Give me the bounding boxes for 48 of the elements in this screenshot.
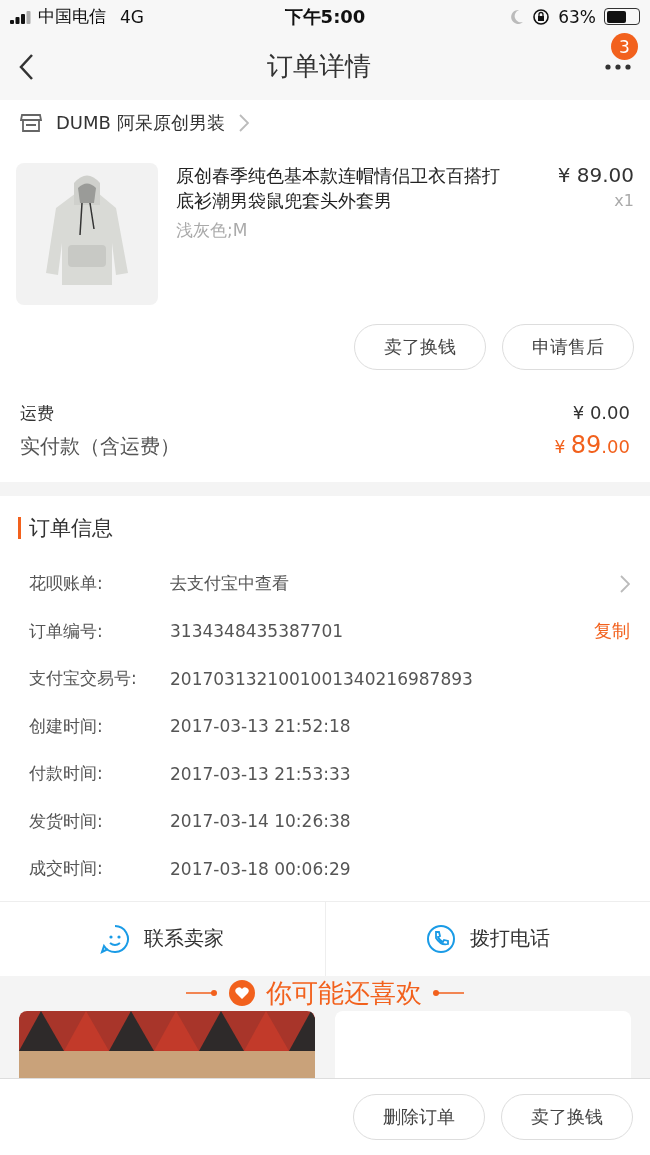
info-label: 花呗账单:: [29, 572, 104, 596]
info-value: 2017-03-14 10:26:38: [170, 811, 352, 832]
chevron-right-icon: [238, 113, 249, 132]
phone-icon: [425, 923, 456, 954]
product-price: ¥ 89.00: [557, 163, 634, 187]
info-value: 2017-03-18 00:06:29: [170, 858, 352, 879]
info-label: 发货时间:: [29, 809, 104, 833]
info-label: 成交时间:: [29, 857, 104, 881]
store-icon: [20, 112, 42, 133]
action-button[interactable]: 删除订单: [353, 1094, 485, 1140]
carrier: 中国电信: [38, 5, 106, 28]
shipping-fee: ¥ 0.00: [572, 402, 630, 423]
action-button[interactable]: 卖了换钱: [501, 1094, 633, 1140]
action-button[interactable]: 卖了换钱: [354, 324, 486, 370]
info-value: 3134348435387701: [170, 621, 345, 642]
info-value: 2017-03-13 21:53:33: [170, 763, 352, 784]
shipping-label: 运费: [20, 402, 54, 425]
divider-dot-icon: [432, 989, 464, 997]
shop-name[interactable]: DUMB 阿呆原创男装: [56, 110, 225, 135]
product-variant: 浅灰色;M: [176, 219, 249, 242]
signal-icon: [10, 9, 32, 24]
notification-badge: 3: [611, 33, 638, 60]
info-value: 2017-03-13 21:52:18: [170, 716, 352, 737]
info-label: 创建时间:: [29, 714, 104, 738]
rotation-lock-icon: [532, 7, 551, 26]
moon-icon: [510, 8, 525, 25]
clock: 下午5:00: [284, 4, 366, 29]
chevron-right-icon: [620, 574, 630, 593]
more-icon[interactable]: [604, 62, 632, 71]
chat-face-icon: [100, 923, 131, 954]
network-type: 4G: [120, 6, 144, 27]
page-title: 订单详情: [267, 50, 371, 83]
divider-dot-icon: [186, 989, 218, 997]
info-label: 订单编号:: [29, 619, 104, 643]
action-button[interactable]: 申请售后: [502, 324, 634, 370]
info-label: 付款时间:: [29, 762, 104, 786]
battery-percent: 63%: [558, 6, 596, 27]
product-title[interactable]: 原创春季纯色基本款连帽情侣卫衣百搭打底衫潮男袋鼠兜套头外套男: [176, 163, 516, 213]
product-quantity: x1: [614, 191, 634, 210]
paid-label: 实付款（含运费）: [20, 433, 180, 460]
info-value: 2017031321001001340216987893: [170, 668, 474, 689]
recommend-title: 你可能还喜欢: [266, 976, 422, 1010]
info-label: 支付宝交易号:: [29, 667, 138, 691]
back-icon[interactable]: [18, 52, 34, 81]
battery-icon: [604, 8, 640, 25]
section-title: 订单信息: [29, 515, 113, 542]
info-value[interactable]: 去支付宝中查看: [170, 572, 620, 596]
paid-amount: ¥ 89.00: [554, 431, 630, 459]
